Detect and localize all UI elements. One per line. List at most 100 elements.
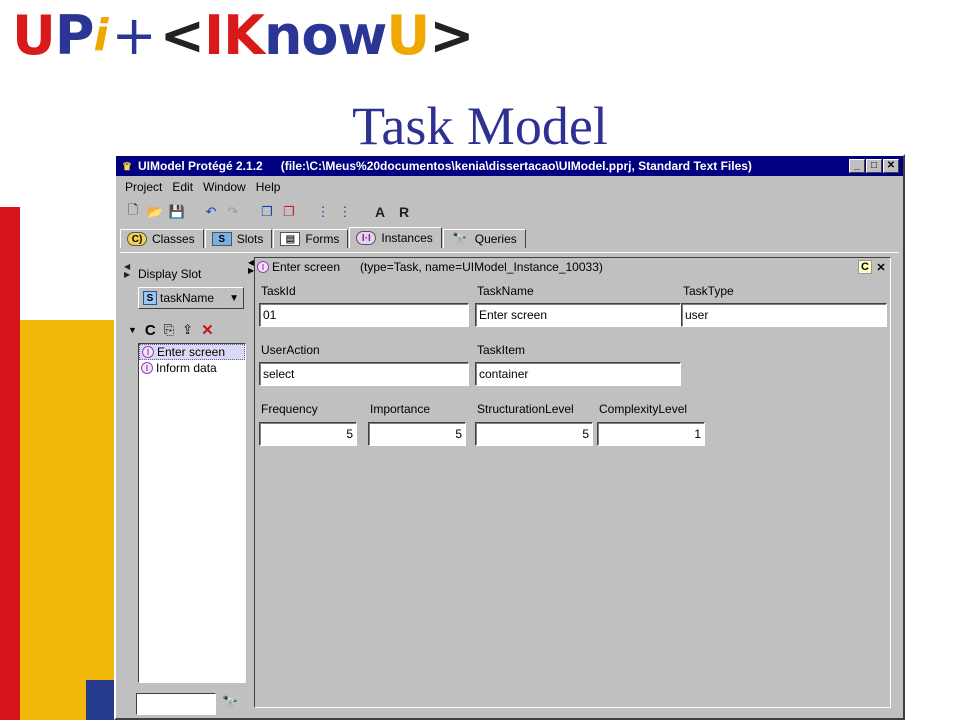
form-corner-controls: C ✕ bbox=[858, 260, 888, 274]
protege-window: ♛ UIModel Protégé 2.1.2 (file:\C:\Meus%2… bbox=[114, 154, 905, 720]
importance-field[interactable]: 5 bbox=[368, 422, 466, 446]
display-slot-label: Display Slot bbox=[138, 267, 202, 281]
decor-yellow-bar bbox=[20, 320, 114, 720]
copy-instance-icon[interactable]: ⎘ bbox=[164, 322, 174, 338]
slide-title: Task Model bbox=[352, 96, 608, 156]
form-c-button[interactable]: C bbox=[858, 260, 872, 274]
window-controls: _ □ ✕ bbox=[849, 159, 899, 173]
instance-name: Inform data bbox=[156, 361, 217, 375]
toolbar: 🗋 📂 💾 ↶ ↷ ❐ ❐ ⋮ ⋮ A R bbox=[116, 198, 903, 226]
task-item-label: TaskItem bbox=[477, 343, 526, 357]
tab-instances-label: Instances bbox=[381, 231, 433, 245]
cascade-windows-icon[interactable]: ❐ bbox=[256, 201, 278, 223]
form-instance-title: Enter screen bbox=[272, 260, 341, 274]
slot-icon: S bbox=[143, 291, 157, 305]
logo-plus: + bbox=[111, 4, 157, 67]
display-slot-dropdown[interactable]: S taskName ▼ bbox=[138, 287, 244, 309]
task-name-field[interactable]: Enter screen bbox=[475, 303, 681, 327]
task-type-field[interactable]: user bbox=[681, 303, 887, 327]
structuration-level-label: StructurationLevel bbox=[477, 402, 574, 416]
logo-i: i bbox=[93, 10, 108, 61]
toolbar-a-button[interactable]: A bbox=[368, 201, 392, 223]
new-project-icon[interactable]: 🗋 bbox=[122, 201, 144, 223]
menu-project[interactable]: Project bbox=[120, 180, 167, 194]
title-bar[interactable]: ♛ UIModel Protégé 2.1.2 (file:\C:\Meus%2… bbox=[116, 156, 903, 176]
tab-slots-label: Slots bbox=[236, 232, 264, 246]
logo-p: P bbox=[54, 4, 95, 67]
instance-icon: I bbox=[142, 346, 154, 358]
tab-instances[interactable]: I·I Instances bbox=[349, 227, 442, 248]
open-project-icon[interactable]: 📂 bbox=[144, 201, 166, 223]
tab-slots[interactable]: S Slots bbox=[204, 229, 273, 248]
structuration-level-field[interactable]: 5 bbox=[475, 422, 593, 446]
task-name-label: TaskName bbox=[477, 284, 534, 298]
collapse-arrows-icon[interactable]: ◀ ▶ bbox=[124, 263, 130, 279]
tree-expand-icon[interactable]: ⋮ bbox=[312, 201, 334, 223]
chevron-down-icon: ▼ bbox=[229, 292, 239, 304]
form-instance-meta: (type=Task, name=UIModel_Instance_10033) bbox=[360, 260, 603, 274]
instances-tab-content: ◀ ▶ Display Slot S taskName ▼ ▼ C ⎘ ⇪ ✕ I… bbox=[120, 252, 899, 715]
close-windows-icon[interactable]: ❐ bbox=[278, 201, 300, 223]
reference-instance-icon[interactable]: ⇪ bbox=[182, 322, 193, 338]
instances-icon: I·I bbox=[356, 231, 377, 245]
toolbar-r-button[interactable]: R bbox=[392, 201, 416, 223]
menu-help[interactable]: Help bbox=[251, 180, 286, 194]
instance-tools: ▼ C ⎘ ⇪ ✕ bbox=[128, 321, 214, 340]
instance-form: I Enter screen (type=Task, name=UIModel_… bbox=[254, 257, 891, 708]
slots-icon: S bbox=[211, 232, 232, 246]
decor-blue-bar bbox=[86, 680, 114, 720]
maximize-button[interactable]: □ bbox=[866, 159, 882, 173]
redo-icon[interactable]: ↷ bbox=[222, 201, 244, 223]
logo-gt: > bbox=[429, 4, 474, 67]
delete-instance-icon[interactable]: ✕ bbox=[201, 321, 214, 339]
menu-arrow-icon[interactable]: ▼ bbox=[128, 325, 137, 335]
create-instance-button[interactable]: C bbox=[145, 322, 156, 339]
save-project-icon[interactable]: 💾 bbox=[166, 201, 188, 223]
instance-list: I Enter screen I Inform data bbox=[138, 343, 246, 683]
instance-name: Enter screen bbox=[157, 345, 226, 359]
binoculars-icon: 🔭 bbox=[452, 232, 468, 246]
forms-icon: ▤ bbox=[280, 232, 301, 246]
find-binoculars-icon[interactable]: 🔭 bbox=[222, 695, 238, 711]
task-id-label: TaskId bbox=[261, 284, 296, 298]
instance-icon: I bbox=[257, 261, 269, 273]
list-item[interactable]: I Inform data bbox=[139, 360, 245, 376]
task-id-field[interactable]: 01 bbox=[259, 303, 469, 327]
logo-now: now bbox=[263, 4, 387, 67]
tab-classes[interactable]: C) Classes bbox=[120, 229, 204, 248]
logo-u: U bbox=[12, 4, 56, 67]
tab-queries[interactable]: 🔭 Queries bbox=[442, 229, 526, 248]
display-slot-value: taskName bbox=[160, 291, 215, 305]
complexity-level-label: ComplexityLevel bbox=[599, 402, 688, 416]
tab-bar: C) Classes S Slots ▤ Forms I·I Instances… bbox=[116, 226, 903, 248]
menu-bar: Project Edit Window Help bbox=[116, 176, 903, 198]
upi-iknowu-logo: U Pi + < IK now U > bbox=[12, 4, 475, 68]
frequency-label: Frequency bbox=[261, 402, 318, 416]
close-button[interactable]: ✕ bbox=[883, 159, 899, 173]
task-type-label: TaskType bbox=[683, 284, 734, 298]
tab-forms[interactable]: ▤ Forms bbox=[273, 229, 349, 248]
task-item-field[interactable]: container bbox=[475, 362, 681, 386]
form-close-icon[interactable]: ✕ bbox=[874, 260, 888, 274]
complexity-level-field[interactable]: 1 bbox=[597, 422, 705, 446]
logo-uu: U bbox=[386, 4, 430, 67]
tab-queries-label: Queries bbox=[474, 232, 517, 246]
user-action-label: UserAction bbox=[261, 343, 320, 357]
instance-search-input[interactable] bbox=[136, 693, 216, 715]
undo-icon[interactable]: ↶ bbox=[200, 201, 222, 223]
tree-collapse-icon[interactable]: ⋮ bbox=[334, 201, 356, 223]
importance-label: Importance bbox=[370, 402, 431, 416]
list-item[interactable]: I Enter screen bbox=[139, 344, 245, 360]
tab-classes-label: Classes bbox=[152, 232, 195, 246]
instance-icon: I bbox=[141, 362, 153, 374]
decor-red-bar bbox=[0, 207, 20, 720]
menu-window[interactable]: Window bbox=[198, 180, 251, 194]
tab-forms-label: Forms bbox=[305, 232, 340, 246]
minimize-button[interactable]: _ bbox=[849, 159, 865, 173]
classes-icon: C) bbox=[127, 232, 147, 246]
window-title-app: UIModel Protégé 2.1.2 bbox=[138, 159, 263, 173]
frequency-field[interactable]: 5 bbox=[259, 422, 357, 446]
user-action-field[interactable]: select bbox=[259, 362, 469, 386]
menu-edit[interactable]: Edit bbox=[167, 180, 198, 194]
logo-lt: < bbox=[159, 4, 205, 67]
